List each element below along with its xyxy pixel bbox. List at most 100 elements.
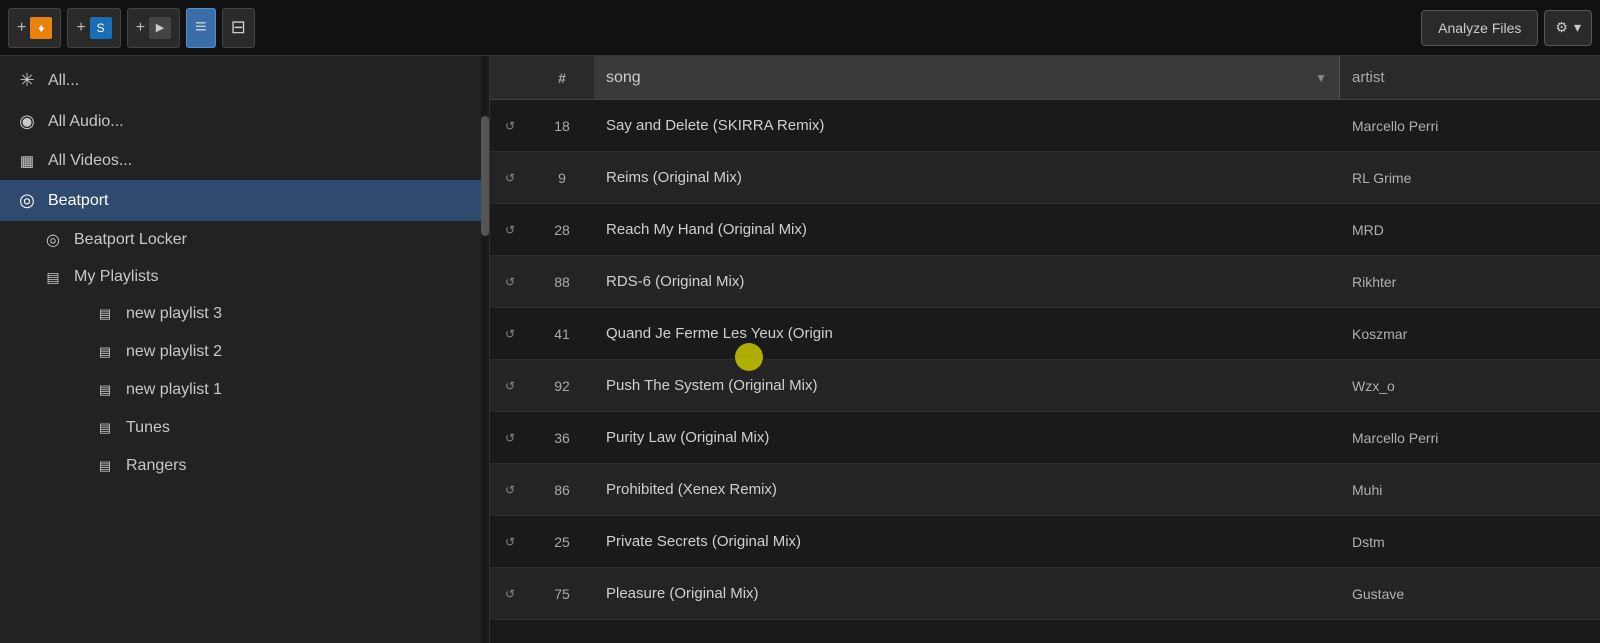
track-number: 28 [530,222,594,238]
plus-icon: + [17,19,26,37]
sidebar-item-all[interactable]: ✳ All... [0,60,489,101]
sidebar-item-all-audio-label: All Audio... [48,113,124,131]
playlist-icon: ▶ [149,17,171,39]
track-song-title: Pleasure (Original Mix) [594,585,1340,602]
song-col-dropdown-arrow[interactable]: ▼ [1315,71,1327,85]
add-collection-button[interactable]: + S [67,8,120,48]
add-playlist-button[interactable]: + ▶ [127,8,180,48]
all-audio-icon: ◉ [16,111,38,132]
track-artist-name: Koszmar [1340,326,1600,342]
sidebar-item-new-playlist-2[interactable]: ▤ new playlist 2 [86,333,489,371]
beatport-icon: ◎ [16,190,38,211]
track-song-title: Reims (Original Mix) [594,169,1340,186]
sidebar-item-beatport[interactable]: ◎ Beatport [0,180,489,221]
track-row[interactable]: ↺ 36 Purity Law (Original Mix) Marcello … [490,412,1600,464]
settings-button[interactable]: ⚙ ▾ [1544,10,1592,46]
analyze-files-button[interactable]: Analyze Files [1421,10,1538,46]
track-artist-name: Rikhter [1340,274,1600,290]
track-song-title: Private Secrets (Original Mix) [594,533,1340,550]
track-number: 9 [530,170,594,186]
track-state-icon: ↺ [490,222,530,237]
sidebar-item-new-playlist-3[interactable]: ▤ new playlist 3 [86,295,489,333]
track-song-title: Say and Delete (SKIRRA Remix) [594,117,1340,134]
track-row[interactable]: ↺ 92 Push The System (Original Mix) Wzx_… [490,360,1600,412]
add-track-button[interactable]: + ♦ [8,8,61,48]
track-row[interactable]: ↺ 28 Reach My Hand (Original Mix) MRD [490,204,1600,256]
sidebar-sub-beatport: ◎ Beatport Locker ▤ My Playlists ▤ new p… [0,221,489,485]
playlist-3-icon: ▤ [94,306,116,322]
track-number: 25 [530,534,594,550]
track-state-icon: ↺ [490,378,530,393]
plus-icon-2: + [76,19,85,37]
sidebar-item-new-playlist-1[interactable]: ▤ new playlist 1 [86,371,489,409]
sidebar-item-new-playlist-2-label: new playlist 2 [126,343,222,361]
sidebar-item-tunes[interactable]: ▤ Tunes [86,409,489,447]
rangers-icon: ▤ [94,458,116,474]
track-number: 92 [530,378,594,394]
sidebar-scrollbar[interactable] [481,56,489,643]
sidebar-list: ✳ All... ◉ All Audio... ▦ All Videos... … [0,56,489,643]
track-number: 41 [530,326,594,342]
sidebar: ✳ All... ◉ All Audio... ▦ All Videos... … [0,56,490,643]
track-number: 36 [530,430,594,446]
sidebar-item-new-playlist-1-label: new playlist 1 [126,381,222,399]
sidebar-item-my-playlists-label: My Playlists [74,268,158,286]
sidebar-scrollbar-thumb[interactable] [481,116,489,236]
track-list: ↺ 18 Say and Delete (SKIRRA Remix) Marce… [490,100,1600,643]
view-detail-button[interactable]: ≡ [186,8,216,48]
track-song-title: RDS-6 (Original Mix) [594,273,1340,290]
sidebar-item-rangers-label: Rangers [126,457,186,475]
track-song-title: Reach My Hand (Original Mix) [594,221,1340,238]
track-row[interactable]: ↺ 25 Private Secrets (Original Mix) Dstm [490,516,1600,568]
header-col-song[interactable]: song ▼ [594,56,1340,99]
track-row[interactable]: ↺ 9 Reims (Original Mix) RL Grime [490,152,1600,204]
track-song-title: Quand Je Ferme Les Yeux (Origin [594,325,1340,342]
header-col-num: # [530,70,594,86]
track-artist-name: Muhi [1340,482,1600,498]
sidebar-item-all-audio[interactable]: ◉ All Audio... [0,101,489,142]
list-view-icon: ⊟ [231,17,246,38]
sidebar-item-beatport-locker-label: Beatport Locker [74,231,187,249]
beatport-locker-icon: ◎ [42,230,64,250]
sidebar-item-all-videos-label: All Videos... [48,152,132,170]
my-playlists-icon: ▤ [42,269,64,286]
tunes-icon: ▤ [94,420,116,436]
track-artist-name: Marcello Perri [1340,118,1600,134]
track-row[interactable]: ↺ 75 Pleasure (Original Mix) Gustave [490,568,1600,620]
collection-icon: S [90,17,112,39]
track-row[interactable]: ↺ 86 Prohibited (Xenex Remix) Muhi [490,464,1600,516]
track-row[interactable]: ↺ 18 Say and Delete (SKIRRA Remix) Marce… [490,100,1600,152]
playlist-1-icon: ▤ [94,382,116,398]
track-song-title: Push The System (Original Mix) [594,377,1340,394]
sidebar-item-all-label: All... [48,72,79,90]
track-number: 86 [530,482,594,498]
track-artist-name: Marcello Perri [1340,430,1600,446]
sidebar-sub2-playlists: ▤ new playlist 3 ▤ new playlist 2 ▤ new … [30,295,489,485]
track-row[interactable]: ↺ 41 Quand Je Ferme Les Yeux (Origin Kos… [490,308,1600,360]
track-artist-name: RL Grime [1340,170,1600,186]
sidebar-item-all-videos[interactable]: ▦ All Videos... [0,142,489,180]
sidebar-item-tunes-label: Tunes [126,419,170,437]
track-artist-name: MRD [1340,222,1600,238]
header-col-artist: artist [1340,69,1600,86]
sidebar-item-beatport-locker[interactable]: ◎ Beatport Locker [30,221,489,259]
sidebar-item-rangers[interactable]: ▤ Rangers [86,447,489,485]
track-row[interactable]: ↺ 88 RDS-6 (Original Mix) Rikhter [490,256,1600,308]
track-song-title: Purity Law (Original Mix) [594,429,1340,446]
track-area: # song ▼ artist ↺ 18 Say and Delete (SKI… [490,56,1600,643]
track-icon: ♦ [30,17,52,39]
plus-icon-3: + [136,19,145,37]
track-state-icon: ↺ [490,586,530,601]
track-number: 18 [530,118,594,134]
track-artist-name: Wzx_o [1340,378,1600,394]
view-list-button[interactable]: ⊟ [222,8,255,48]
track-state-icon: ↺ [490,118,530,133]
track-state-icon: ↺ [490,274,530,289]
sidebar-item-new-playlist-3-label: new playlist 3 [126,305,222,323]
song-col-label: song [606,69,641,87]
sidebar-item-my-playlists[interactable]: ▤ My Playlists [30,259,489,295]
track-state-icon: ↺ [490,430,530,445]
detail-view-icon: ≡ [195,16,207,39]
track-artist-name: Dstm [1340,534,1600,550]
track-song-title: Prohibited (Xenex Remix) [594,481,1340,498]
